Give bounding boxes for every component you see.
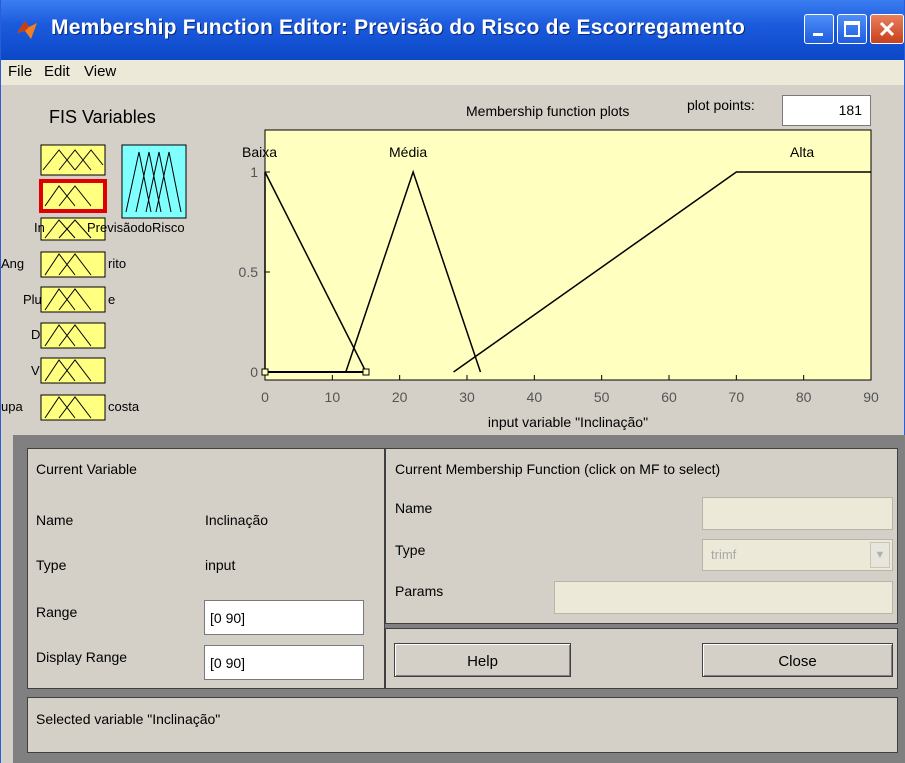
mf-type-value: trimf (711, 547, 737, 562)
type-label: Type (36, 557, 67, 573)
x-tick-label: 50 (594, 389, 610, 405)
bottom-panel-area: Current Variable Name Inclinação Type in… (13, 435, 905, 763)
input-variable-box-1[interactable] (40, 144, 106, 176)
fis-variables-label: FIS Variables (49, 107, 156, 127)
var-label-rito: rito (108, 256, 127, 271)
fis-variable-diagram (39, 144, 187, 421)
mf-drag-handle[interactable] (261, 368, 269, 376)
chevron-down-icon[interactable]: ▼ (870, 542, 890, 568)
current-mf-panel: Current Membership Function (click on MF… (385, 448, 898, 624)
plot-points-label: plot points: (687, 97, 755, 113)
x-tick-label: 60 (661, 389, 677, 405)
x-tick-label: 30 (459, 389, 475, 405)
var-label-d: D (31, 327, 41, 342)
y-tick-label: 1 (250, 164, 258, 180)
display-range-input[interactable]: [0 90] (204, 645, 364, 680)
mf-label-media[interactable]: Média (389, 144, 427, 160)
display-range-label: Display Range (36, 649, 128, 665)
minimize-icon (813, 33, 823, 36)
output-variable-label: PrevisãodoRisco (87, 220, 185, 235)
variable-name-value: Inclinação (205, 512, 269, 528)
close-button[interactable]: Close (702, 643, 893, 677)
title-bar[interactable]: Membership Function Editor: Previsão do … (1, 0, 904, 60)
buttons-panel: Help Close (385, 628, 898, 689)
params-input[interactable] (554, 581, 893, 614)
plot-points-input[interactable]: 181 (782, 95, 871, 126)
mf-label-alta[interactable]: Alta (790, 144, 814, 160)
input-variable-box-7[interactable] (40, 357, 106, 384)
mf-label-baixa[interactable]: Baixa (242, 144, 277, 160)
input-variable-box-inclinacao-selected[interactable] (39, 179, 107, 213)
menu-edit[interactable]: Edit (44, 63, 70, 80)
range-input[interactable]: [0 90] (204, 600, 364, 635)
input-variable-box-8[interactable] (40, 394, 106, 421)
close-window-button[interactable] (870, 14, 904, 44)
membership-function-plot[interactable]: 0 10 20 30 40 50 60 70 80 90 0 0.5 1 Baixa Média Alt… (226, 125, 896, 435)
params-label: Params (395, 583, 444, 599)
current-variable-panel: Current Variable Name Inclinação Type in… (27, 448, 385, 689)
output-variable-box[interactable] (121, 144, 187, 219)
mf-editor-window: Membership Function Editor: Previsão do … (0, 0, 905, 763)
current-variable-header: Current Variable (36, 461, 137, 477)
var-label-ang: Ang (1, 256, 25, 271)
mf-drag-handle[interactable] (362, 368, 370, 376)
x-tick-label: 80 (796, 389, 812, 405)
y-tick-label: 0 (250, 364, 258, 380)
menu-file[interactable]: File (8, 63, 32, 80)
x-tick-label: 0 (261, 389, 269, 405)
x-tick-label: 20 (392, 389, 408, 405)
name-label: Name (36, 512, 74, 528)
input-variable-box-4[interactable] (40, 251, 106, 278)
matlab-logo-icon (17, 21, 37, 39)
x-tick-label: 70 (729, 389, 745, 405)
status-message: Selected variable "Inclinação" (36, 711, 221, 727)
mf-type-select[interactable]: trimf ▼ (702, 539, 893, 571)
var-label-e: e (108, 292, 116, 307)
current-mf-header: Current Membership Function (click on MF… (395, 461, 721, 477)
range-label: Range (36, 604, 78, 620)
window-title: Membership Function Editor: Previsão do … (51, 16, 746, 39)
var-label-v: V (31, 363, 40, 378)
mf-plots-label: Membership function plots (466, 103, 630, 119)
x-tick-label: 10 (325, 389, 341, 405)
y-tick-label: 0.5 (239, 264, 259, 280)
mf-type-label: Type (395, 542, 426, 558)
var-label-costa: costa (108, 399, 140, 414)
help-button[interactable]: Help (394, 643, 571, 677)
x-axis-label: input variable "Inclinação" (488, 414, 648, 430)
minimize-button[interactable] (804, 14, 834, 44)
mf-name-input[interactable] (702, 497, 893, 530)
var-label-upa: upa (1, 399, 23, 414)
status-panel: Selected variable "Inclinação" (27, 697, 898, 753)
close-icon (879, 21, 895, 37)
menu-bar: File Edit View (1, 60, 904, 85)
menu-view[interactable]: View (84, 63, 116, 80)
input-variable-box-5[interactable] (40, 286, 106, 313)
x-tick-label: 40 (527, 389, 543, 405)
var-label-in: In (34, 220, 45, 235)
variable-type-value: input (205, 557, 236, 573)
maximize-icon (844, 21, 860, 37)
input-variable-box-6[interactable] (40, 322, 106, 349)
maximize-button[interactable] (837, 14, 867, 44)
mf-name-label: Name (395, 500, 433, 516)
var-label-plu: Plu (23, 292, 42, 307)
x-tick-label: 90 (863, 389, 879, 405)
